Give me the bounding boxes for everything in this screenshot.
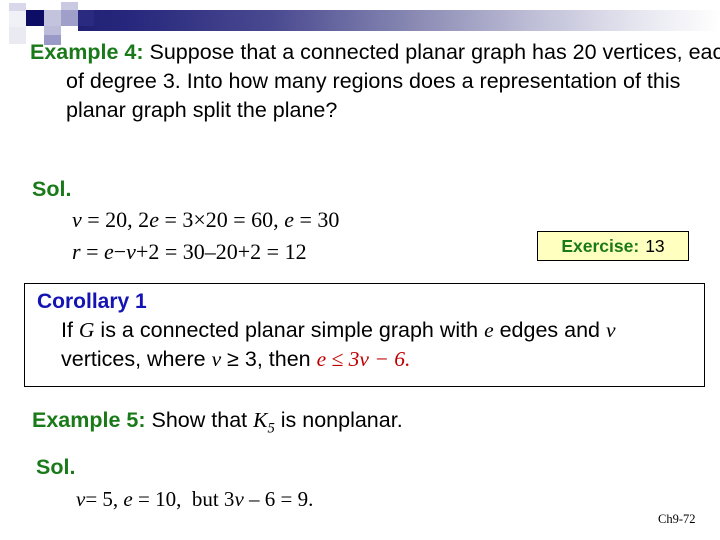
decorative-square	[26, 26, 44, 35]
corollary-var-e: e	[484, 318, 494, 342]
corollary-var-v-1: v	[606, 318, 616, 342]
exercise-badge[interactable]: Exercise: 13	[537, 231, 689, 261]
exercise-badge-number: 13	[645, 235, 665, 256]
corollary-formula: e ≤ 3v − 6.	[316, 347, 411, 371]
example-4-block: Example 4: Suppose that a connected plan…	[30, 38, 720, 125]
example-5-symbol-letter: K	[253, 408, 268, 432]
decorative-square	[9, 3, 26, 11]
exercise-badge-label: Exercise:	[561, 235, 640, 256]
decorative-square	[61, 10, 78, 26]
decorative-square	[61, 26, 78, 35]
solution-1-equation-1: v = 20, 2e = 3×20 = 60, e = 30	[72, 207, 340, 232]
decorative-square	[26, 10, 44, 26]
solution-2-equation: v= 5, e = 10, but 3v – 6 = 9.	[76, 487, 314, 511]
corollary-box: Corollary 1 If G is a connected planar s…	[24, 283, 705, 387]
decorative-square	[44, 10, 61, 26]
example-4-label: Example 4:	[30, 40, 144, 64]
decorative-square	[78, 10, 94, 26]
corollary-text-2: is a connected planar simple graph with	[94, 318, 485, 342]
corollary-text-5: ≥ 3, then	[221, 347, 317, 371]
example-5-text-before: Show that	[145, 408, 254, 432]
corollary-title: Corollary 1	[37, 290, 147, 313]
decorative-square	[26, 2, 44, 10]
decorative-square	[9, 11, 26, 27]
corollary-text-1: If	[61, 318, 79, 342]
example-5-symbol: K5	[253, 408, 275, 436]
corollary-var-g: G	[78, 318, 95, 342]
decorative-square	[9, 27, 26, 44]
corollary-text-4: vertices, where	[61, 347, 212, 371]
example-4-line1: Suppose that a connected planar	[143, 40, 466, 64]
corollary-var-v-2: v	[211, 347, 222, 371]
corollary-body: If G is a connected planar simple graph …	[61, 316, 701, 374]
corollary-text-3: edges and	[499, 318, 606, 342]
solution-1-label: Sol.	[32, 177, 72, 201]
example-4-line4: graph split the plane?	[131, 98, 338, 122]
page-number: Ch9-72	[658, 512, 696, 526]
solution-2-label: Sol.	[36, 455, 76, 479]
decorative-square	[61, 2, 78, 10]
decorative-square	[44, 2, 61, 10]
example-5-block: Example 5: Show that K5 is nonplanar.	[32, 408, 403, 437]
slide-canvas: Example 4: Suppose that a connected plan…	[0, 0, 720, 540]
example-5-text-after: is nonplanar.	[274, 408, 403, 432]
decorative-square	[44, 26, 61, 35]
solution-1-equation-2: r = e−v+2 = 30–20+2 = 12	[72, 239, 307, 264]
example-5-subscript: 5	[267, 420, 275, 437]
header-gradient-bar	[44, 10, 720, 31]
example-5-label: Example 5:	[32, 408, 146, 432]
